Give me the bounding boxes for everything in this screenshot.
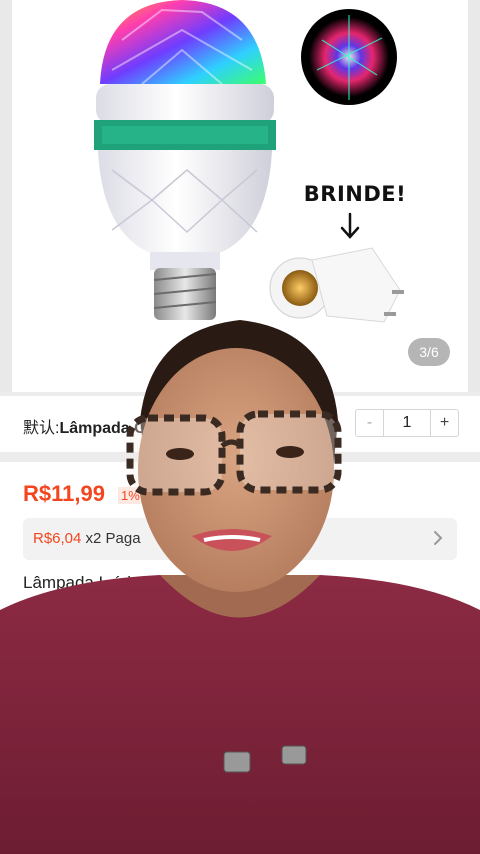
arrow-down-icon: [340, 212, 360, 239]
gift-label: BRINDE!: [303, 182, 407, 206]
presenter-overlay: [0, 320, 480, 854]
